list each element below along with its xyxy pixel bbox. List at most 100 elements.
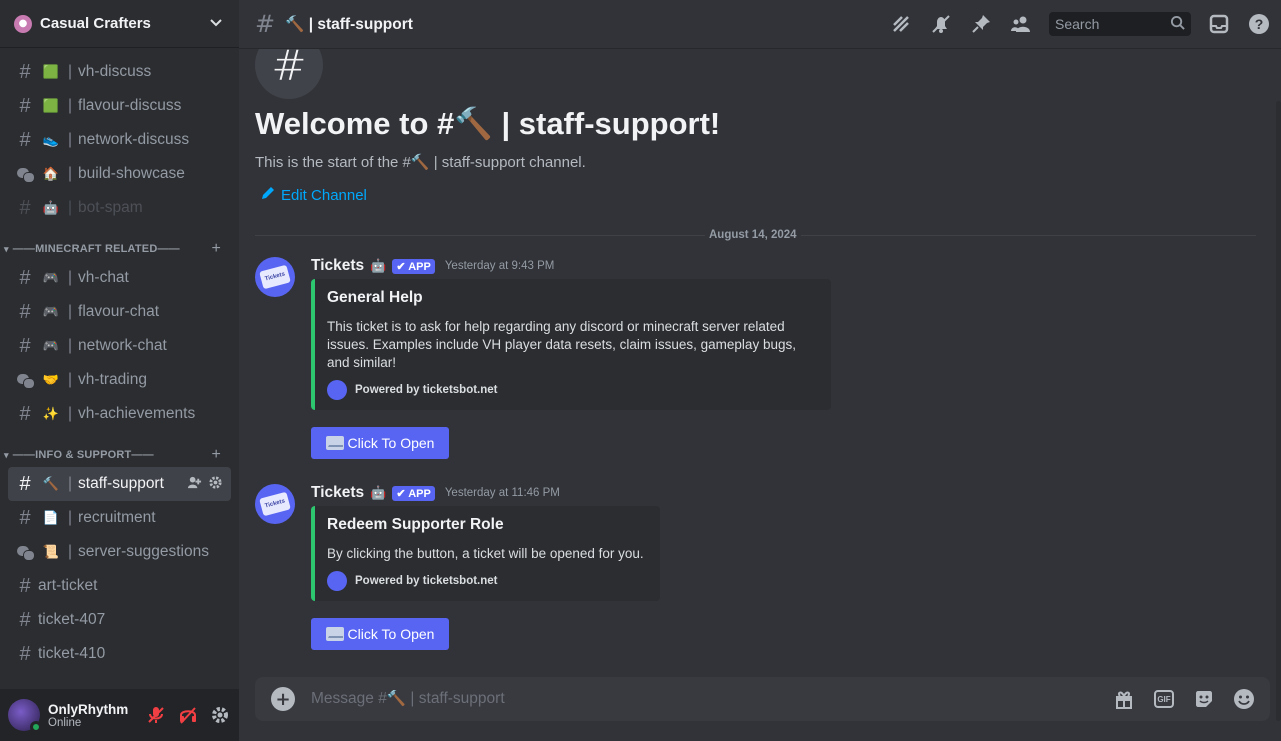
category-label: ——INFO & SUPPORT—— (12, 449, 154, 461)
bot-avatar[interactable]: Tickets (255, 484, 295, 524)
forum-icon (16, 373, 35, 389)
deafen-headphones-icon[interactable] (177, 704, 199, 726)
pin-icon[interactable] (969, 12, 993, 36)
embed-footer-text: Powered by ticketsbot.net (355, 575, 498, 587)
channel-server-suggestions[interactable]: 📜 | server-suggestions (8, 535, 231, 569)
channel-staff-support[interactable]: # 🔨 | staff-support (8, 467, 231, 501)
member-list-icon[interactable] (1009, 12, 1033, 36)
channel-build-showcase[interactable]: 🏠 | build-showcase (8, 157, 231, 191)
channel-bot-spam[interactable]: # 🤖 | bot-spam (8, 191, 231, 225)
message-timestamp: Yesterday at 11:46 PM (444, 487, 560, 499)
channel-emoji: 🟩 (42, 64, 60, 79)
envelope-icon (325, 627, 344, 641)
ticketsbot-icon (327, 380, 347, 400)
gift-icon[interactable] (1112, 687, 1136, 711)
server-header[interactable]: ● Casual Crafters (0, 0, 239, 48)
server-name: Casual Crafters (40, 15, 151, 32)
gif-label: GIF (1154, 690, 1174, 708)
channel-flavour-chat[interactable]: # 🎮 | flavour-chat (8, 295, 231, 329)
hash-icon: # (19, 642, 31, 665)
scrollbar[interactable] (1276, 101, 1281, 721)
chevron-down-icon: ▾ (4, 449, 9, 460)
message-embed: General Help This ticket is to ask for h… (311, 279, 831, 410)
gif-icon[interactable]: GIF (1152, 687, 1176, 711)
channel-label: vh-trading (78, 371, 147, 388)
channel-emoji: 📜 (42, 544, 60, 559)
edit-channel-label: Edit Channel (281, 186, 367, 204)
username: OnlyRhythm (48, 701, 129, 717)
message-embed: Redeem Supporter Role By clicking the bu… (311, 506, 660, 601)
app-root: ● Casual Crafters # 🟩 | vh-discuss # 🟩 |… (0, 0, 1281, 741)
message-input[interactable] (311, 690, 1112, 708)
channel-emoji: 🎮 (42, 304, 60, 319)
hash-icon: # (255, 10, 276, 38)
embed-footer-text: Powered by ticketsbot.net (355, 384, 498, 396)
search-input[interactable]: Search (1049, 12, 1191, 36)
edit-channel-link[interactable]: Edit Channel (261, 186, 367, 204)
message-author[interactable]: Tickets (311, 257, 364, 275)
avatar[interactable] (8, 699, 42, 733)
welcome-subtitle: This is the start of the #🔨 | staff-supp… (255, 154, 586, 171)
online-status-indicator (30, 721, 42, 733)
sticker-icon[interactable] (1192, 687, 1216, 711)
hash-icon: # (19, 334, 31, 357)
channel-label: ticket-410 (38, 645, 106, 662)
user-info[interactable]: OnlyRhythm Online (48, 702, 128, 729)
user-settings-gear-icon[interactable] (209, 704, 231, 726)
message-composer: + GIF (255, 677, 1270, 721)
search-icon (1170, 15, 1185, 33)
hash-icon: # (19, 608, 31, 631)
channel-label: recruitment (78, 509, 156, 526)
inbox-icon[interactable] (1207, 12, 1231, 36)
channel-recruitment[interactable]: # 📄 | recruitment (8, 501, 231, 535)
emoji-picker-icon[interactable] (1232, 687, 1256, 711)
channel-emoji: 🤝 (42, 372, 60, 387)
channel-vh-achievements[interactable]: # ✨ | vh-achievements (8, 397, 231, 431)
embed-description: By clicking the button, a ticket will be… (327, 546, 644, 561)
category-info-support[interactable]: ▾ ——INFO & SUPPORT—— + (0, 443, 239, 467)
channel-label: vh-chat (78, 269, 129, 286)
bot-badge-icon: 🤖 (370, 485, 387, 501)
hash-icon: # (19, 402, 31, 425)
message-timestamp: Yesterday at 9:43 PM (444, 260, 555, 272)
main-chat: # 🔨 | staff-support Search ? # Welcome t… (239, 0, 1281, 741)
channel-ticket-407[interactable]: # ticket-407 (8, 603, 231, 637)
notification-bell-muted-icon[interactable] (929, 12, 953, 36)
channel-label: bot-spam (78, 199, 143, 216)
add-channel-icon[interactable]: + (211, 446, 221, 464)
bot-avatar[interactable]: Tickets (255, 257, 295, 297)
gear-icon[interactable] (208, 475, 223, 493)
channel-emoji: 🤖 (42, 200, 60, 215)
category-minecraft-related[interactable]: ▾ ——MINECRAFT RELATED—— + (0, 237, 239, 261)
add-channel-icon[interactable]: + (211, 240, 221, 258)
channel-label: network-discuss (78, 131, 190, 148)
embed-description: This ticket is to ask for help regarding… (327, 319, 796, 370)
hash-icon: # (19, 472, 31, 495)
channel-ticket-410[interactable]: # ticket-410 (8, 637, 231, 671)
message-author[interactable]: Tickets (311, 484, 364, 502)
channel-flavour-discuss[interactable]: # 🟩 | flavour-discuss (8, 89, 231, 123)
channel-network-discuss[interactable]: # 👟 | network-discuss (8, 123, 231, 157)
hash-icon: # (19, 128, 31, 151)
threads-icon[interactable] (889, 12, 913, 36)
click-to-open-button[interactable]: Click To Open (311, 427, 449, 459)
help-icon[interactable]: ? (1247, 12, 1271, 36)
upload-plus-icon[interactable]: + (271, 687, 295, 711)
channel-label: art-ticket (38, 577, 98, 594)
channel-emoji: 👟 (42, 132, 60, 147)
mute-mic-icon[interactable] (145, 704, 167, 726)
channel-vh-chat[interactable]: # 🎮 | vh-chat (8, 261, 231, 295)
channel-emoji: 🔨 (42, 476, 60, 491)
channel-label: ticket-407 (38, 611, 106, 628)
click-to-open-button[interactable]: Click To Open (311, 618, 449, 650)
channel-vh-discuss[interactable]: # 🟩 | vh-discuss (8, 55, 231, 89)
chevron-down-icon[interactable] (209, 15, 223, 33)
app-badge: ✔ APP (392, 485, 435, 501)
channel-label: vh-achievements (78, 405, 196, 422)
svg-text:?: ? (1255, 16, 1264, 32)
invite-icon[interactable] (187, 475, 202, 493)
channel-emoji: 🏠 (42, 166, 60, 181)
channel-art-ticket[interactable]: # art-ticket (8, 569, 231, 603)
channel-network-chat[interactable]: # 🎮 | network-chat (8, 329, 231, 363)
channel-vh-trading[interactable]: 🤝 | vh-trading (8, 363, 231, 397)
